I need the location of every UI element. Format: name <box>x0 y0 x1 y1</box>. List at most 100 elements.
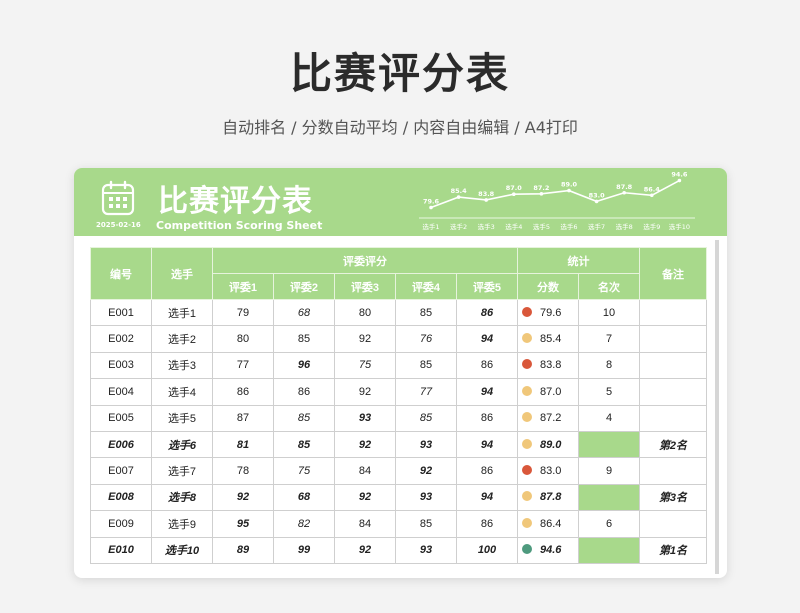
cell-judge-1[interactable]: 95 <box>212 510 274 538</box>
cell-note[interactable] <box>639 351 707 380</box>
cell-score[interactable]: 83.8 <box>517 351 579 380</box>
cell-player[interactable]: 选手6 <box>151 430 213 459</box>
cell-score[interactable]: 89.0 <box>517 430 579 459</box>
cell-rank[interactable]: 9 <box>578 457 640 485</box>
cell-player[interactable]: 选手8 <box>151 483 213 512</box>
cell-judge-5[interactable]: 86 <box>456 298 518 327</box>
cell-id[interactable]: E008 <box>90 483 152 512</box>
cell-judge-5[interactable]: 94 <box>456 378 518 406</box>
cell-rank[interactable] <box>578 483 640 512</box>
cell-judge-5[interactable]: 86 <box>456 404 518 432</box>
cell-player[interactable]: 选手2 <box>151 325 213 353</box>
cell-id[interactable]: E001 <box>90 298 152 327</box>
cell-judge-5[interactable]: 94 <box>456 325 518 353</box>
cell-judge-3[interactable]: 84 <box>334 457 396 485</box>
cell-judge-1[interactable]: 92 <box>212 483 274 512</box>
cell-judge-1[interactable]: 80 <box>212 325 274 353</box>
cell-judge-5[interactable]: 94 <box>456 483 518 512</box>
cell-judge-3[interactable]: 92 <box>334 378 396 406</box>
cell-judge-4[interactable]: 93 <box>395 483 457 512</box>
cell-judge-2[interactable]: 85 <box>273 404 335 432</box>
cell-score[interactable]: 87.2 <box>517 404 579 432</box>
cell-player[interactable]: 选手3 <box>151 351 213 380</box>
cell-player[interactable]: 选手7 <box>151 457 213 485</box>
cell-player[interactable]: 选手5 <box>151 404 213 432</box>
cell-note[interactable] <box>639 298 707 327</box>
cell-rank[interactable]: 6 <box>578 510 640 538</box>
cell-id[interactable]: E004 <box>90 378 152 406</box>
cell-id[interactable]: E006 <box>90 430 152 459</box>
cell-judge-3[interactable]: 92 <box>334 483 396 512</box>
cell-rank[interactable] <box>578 430 640 459</box>
cell-judge-1[interactable]: 87 <box>212 404 274 432</box>
cell-judge-5[interactable]: 100 <box>456 536 518 564</box>
cell-judge-4[interactable]: 77 <box>395 378 457 406</box>
cell-note[interactable] <box>639 378 707 406</box>
cell-judge-5[interactable]: 86 <box>456 457 518 485</box>
cell-judge-1[interactable]: 77 <box>212 351 274 380</box>
cell-rank[interactable]: 4 <box>578 404 640 432</box>
cell-judge-3[interactable]: 80 <box>334 298 396 327</box>
cell-judge-1[interactable]: 78 <box>212 457 274 485</box>
cell-judge-3[interactable]: 92 <box>334 536 396 564</box>
scrollbar[interactable] <box>715 240 719 574</box>
cell-judge-3[interactable]: 84 <box>334 510 396 538</box>
cell-judge-2[interactable]: 85 <box>273 325 335 353</box>
cell-note[interactable]: 第1名 <box>639 536 707 564</box>
cell-id[interactable]: E005 <box>90 404 152 432</box>
cell-score[interactable]: 87.0 <box>517 378 579 406</box>
cell-judge-5[interactable]: 94 <box>456 430 518 459</box>
cell-player[interactable]: 选手9 <box>151 510 213 538</box>
cell-note[interactable] <box>639 325 707 353</box>
cell-judge-2[interactable]: 75 <box>273 457 335 485</box>
cell-rank[interactable]: 5 <box>578 378 640 406</box>
cell-judge-5[interactable]: 86 <box>456 510 518 538</box>
cell-score[interactable]: 86.4 <box>517 510 579 538</box>
cell-note[interactable]: 第2名 <box>639 430 707 459</box>
cell-rank[interactable]: 8 <box>578 351 640 380</box>
cell-score[interactable]: 87.8 <box>517 483 579 512</box>
cell-player[interactable]: 选手1 <box>151 298 213 327</box>
cell-rank[interactable] <box>578 536 640 564</box>
cell-rank[interactable]: 7 <box>578 325 640 353</box>
cell-judge-4[interactable]: 92 <box>395 457 457 485</box>
cell-judge-1[interactable]: 81 <box>212 430 274 459</box>
cell-judge-4[interactable]: 85 <box>395 351 457 380</box>
cell-judge-4[interactable]: 85 <box>395 404 457 432</box>
cell-id[interactable]: E009 <box>90 510 152 538</box>
cell-score[interactable]: 79.6 <box>517 298 579 327</box>
cell-judge-2[interactable]: 99 <box>273 536 335 564</box>
cell-judge-1[interactable]: 89 <box>212 536 274 564</box>
cell-id[interactable]: E007 <box>90 457 152 485</box>
cell-player[interactable]: 选手4 <box>151 378 213 406</box>
cell-score[interactable]: 85.4 <box>517 325 579 353</box>
cell-judge-3[interactable]: 92 <box>334 430 396 459</box>
cell-note[interactable] <box>639 457 707 485</box>
cell-judge-2[interactable]: 85 <box>273 430 335 459</box>
cell-id[interactable]: E002 <box>90 325 152 353</box>
cell-judge-3[interactable]: 93 <box>334 404 396 432</box>
cell-player[interactable]: 选手10 <box>151 536 213 564</box>
cell-id[interactable]: E003 <box>90 351 152 380</box>
cell-judge-4[interactable]: 85 <box>395 298 457 327</box>
cell-judge-2[interactable]: 68 <box>273 298 335 327</box>
cell-note[interactable] <box>639 510 707 538</box>
cell-judge-5[interactable]: 86 <box>456 351 518 380</box>
cell-judge-2[interactable]: 86 <box>273 378 335 406</box>
cell-judge-4[interactable]: 76 <box>395 325 457 353</box>
cell-judge-2[interactable]: 82 <box>273 510 335 538</box>
cell-score[interactable]: 94.6 <box>517 536 579 564</box>
cell-note[interactable]: 第3名 <box>639 483 707 512</box>
cell-score[interactable]: 83.0 <box>517 457 579 485</box>
cell-id[interactable]: E010 <box>90 536 152 564</box>
cell-judge-4[interactable]: 85 <box>395 510 457 538</box>
cell-judge-3[interactable]: 92 <box>334 325 396 353</box>
cell-judge-4[interactable]: 93 <box>395 536 457 564</box>
cell-judge-1[interactable]: 86 <box>212 378 274 406</box>
cell-judge-3[interactable]: 75 <box>334 351 396 380</box>
cell-rank[interactable]: 10 <box>578 298 640 327</box>
cell-judge-1[interactable]: 79 <box>212 298 274 327</box>
cell-judge-2[interactable]: 68 <box>273 483 335 512</box>
cell-note[interactable] <box>639 404 707 432</box>
cell-judge-4[interactable]: 93 <box>395 430 457 459</box>
